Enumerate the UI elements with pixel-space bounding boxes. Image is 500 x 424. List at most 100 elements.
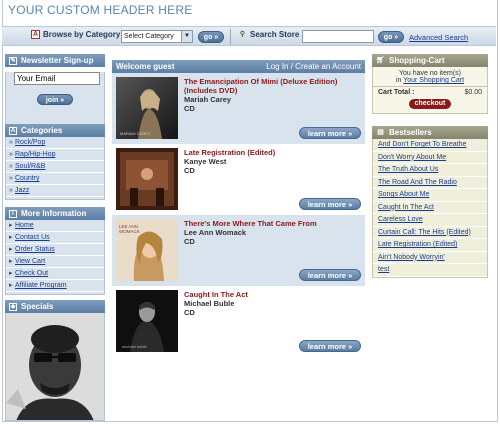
- cart-total-row: Cart Total : $0.00: [373, 86, 487, 98]
- info-link-view-cart[interactable]: View Cart: [6, 256, 104, 268]
- category-go-button[interactable]: go »: [198, 31, 224, 43]
- category-item[interactable]: Jazz: [6, 185, 104, 197]
- toolbar-divider: [230, 29, 231, 45]
- category-icon: A: [31, 30, 40, 39]
- cart-icon: 🛒︎: [376, 57, 385, 64]
- info-link-affiliate[interactable]: Affiliate Program: [6, 280, 104, 292]
- bestseller-item[interactable]: The Truth About Us: [373, 164, 487, 177]
- product-format: CD: [184, 104, 195, 113]
- info-link-home[interactable]: Home: [6, 220, 104, 232]
- shopping-cart-box: 🛒︎ Shopping-Cart You have no item(s) in …: [372, 54, 488, 114]
- your-shopping-cart-link[interactable]: Your Shopping Cart: [403, 77, 464, 84]
- category-item[interactable]: Rock/Pop: [6, 137, 104, 149]
- cart-header: 🛒︎ Shopping-Cart: [372, 54, 488, 67]
- login-create-link[interactable]: Log In / Create an Account: [266, 60, 361, 73]
- category-select[interactable]: Select Category ▼: [121, 30, 193, 43]
- bestseller-item[interactable]: Don't Worry About Me: [373, 152, 487, 164]
- newsletter-header: ✎ Newsletter Sign-up: [5, 54, 105, 67]
- chevron-down-icon[interactable]: ▼: [181, 31, 192, 42]
- search-go-button[interactable]: go »: [378, 31, 404, 43]
- bestsellers-list: And Don't Forget To Breathe Don't Worry …: [372, 139, 488, 278]
- bestseller-item[interactable]: Songs About Me: [373, 189, 487, 202]
- learn-more-button[interactable]: learn more »: [299, 269, 361, 281]
- cart-total-label: Cart Total :: [378, 89, 415, 96]
- category-select-value: Select Category: [124, 33, 174, 40]
- album-cover-late-registration[interactable]: [116, 148, 178, 210]
- cart-total-value: $0.00: [464, 89, 482, 96]
- product-format: CD: [184, 237, 195, 246]
- newsletter-title: Newsletter Sign-up: [21, 56, 94, 65]
- page-header-title: YOUR CUSTOM HEADER HERE: [8, 3, 193, 17]
- specials-album-art: [6, 313, 104, 420]
- email-field[interactable]: Your Email: [14, 72, 100, 85]
- product-row: MARIAH CAREY The Emancipation Of Mimi (D…: [112, 73, 365, 144]
- bestsellers-header: ▤ Bestsellers: [372, 126, 488, 139]
- bestseller-item[interactable]: Ain't Nobody Worryin': [373, 252, 487, 264]
- cart-title: Shopping-Cart: [389, 56, 445, 65]
- learn-more-button[interactable]: learn more »: [299, 127, 361, 139]
- more-info-header: i More Information: [5, 207, 105, 220]
- cart-body: You have no item(s) in Your Shopping Car…: [372, 67, 488, 114]
- info-icon: i: [9, 209, 17, 218]
- bestseller-item[interactable]: test: [373, 264, 487, 277]
- product-title[interactable]: There's More Where That Came From: [184, 219, 362, 228]
- bestsellers-box: ▤ Bestsellers And Don't Forget To Breath…: [372, 126, 488, 278]
- pencil-icon: ✎: [9, 56, 17, 65]
- more-info-title: More Information: [21, 209, 87, 218]
- bestseller-item[interactable]: Careless Love: [373, 214, 487, 227]
- cart-link-line: in Your Shopping Cart: [373, 77, 487, 84]
- album-cover-caught-in-the-act[interactable]: michael bublé: [116, 290, 178, 352]
- search-label: Search Store: [250, 30, 300, 39]
- specials-title: Specials: [21, 302, 54, 311]
- specials-header: ◆ Specials: [5, 300, 105, 313]
- product-title[interactable]: Caught In The Act: [184, 290, 362, 299]
- product-row: Late Registration (Edited) Kanye West CD…: [112, 144, 365, 215]
- specials-box: ◆ Specials: [5, 300, 105, 421]
- learn-more-button[interactable]: learn more »: [299, 198, 361, 210]
- search-input[interactable]: [302, 30, 374, 43]
- product-artist: Lee Ann Womack: [184, 228, 247, 237]
- specials-image[interactable]: [5, 313, 105, 421]
- product-title[interactable]: Late Registration (Edited): [184, 148, 362, 157]
- learn-more-button[interactable]: learn more »: [299, 340, 361, 352]
- product-title[interactable]: The Emancipation Of Mimi (Deluxe Edition…: [184, 77, 362, 95]
- category-item[interactable]: Country: [6, 173, 104, 185]
- more-info-list: Home Contact Us Order Status View Cart C…: [5, 220, 105, 295]
- welcome-bar: Welcome guest Log In / Create an Account: [112, 60, 365, 73]
- top-toolbar: A Browse by Category Select Category ▼ g…: [2, 26, 496, 46]
- svg-text:WOMACK: WOMACK: [119, 229, 140, 234]
- bestseller-item[interactable]: Curtain Call: The Hits (Edited): [373, 227, 487, 239]
- category-item[interactable]: Soul/R&B: [6, 161, 104, 173]
- search-icon: ⚲: [239, 31, 246, 38]
- product-artist: Mariah Carey: [184, 95, 232, 104]
- product-format: CD: [184, 308, 195, 317]
- info-link-contact[interactable]: Contact Us: [6, 232, 104, 244]
- categories-title: Categories: [21, 126, 63, 135]
- album-cover-lee-ann-womack[interactable]: LEE ANN WOMACK: [116, 219, 178, 281]
- product-format: CD: [184, 166, 195, 175]
- categories-box: A Categories Rock/Pop Rap/Hip-Hop Soul/R…: [5, 124, 105, 200]
- bestseller-item[interactable]: The Road And The Radio: [373, 177, 487, 189]
- bestseller-item[interactable]: Caught In The Act: [373, 202, 487, 214]
- svg-text:MARIAH CAREY: MARIAH CAREY: [120, 131, 151, 136]
- main-content: Welcome guest Log In / Create an Account…: [112, 60, 365, 357]
- join-button[interactable]: join »: [37, 94, 73, 105]
- info-link-order-status[interactable]: Order Status: [6, 244, 104, 256]
- cart-link-prefix: in: [395, 77, 402, 84]
- album-cover-mimi[interactable]: MARIAH CAREY: [116, 77, 178, 139]
- product-artist: Kanye West: [184, 157, 227, 166]
- bestseller-item[interactable]: Late Registration (Edited): [373, 239, 487, 252]
- checkout-button[interactable]: checkout: [409, 99, 451, 109]
- bestseller-item[interactable]: And Don't Forget To Breathe: [373, 139, 487, 152]
- product-row: michael bublé Caught In The Act Michael …: [112, 286, 365, 357]
- advanced-search-link[interactable]: Advanced Search: [409, 33, 468, 42]
- search-store: ⚲ Search Store: [238, 30, 299, 39]
- info-link-check-out[interactable]: Check Out: [6, 268, 104, 280]
- bestsellers-title: Bestsellers: [389, 128, 432, 137]
- newsletter-box: ✎ Newsletter Sign-up Your Email join »: [5, 54, 105, 127]
- welcome-guest: Welcome guest: [116, 62, 175, 71]
- product-artist: Michael Buble: [184, 299, 235, 308]
- category-item[interactable]: Rap/Hip-Hop: [6, 149, 104, 161]
- category-icon: A: [9, 126, 17, 135]
- browse-label: Browse by Category: [43, 30, 121, 39]
